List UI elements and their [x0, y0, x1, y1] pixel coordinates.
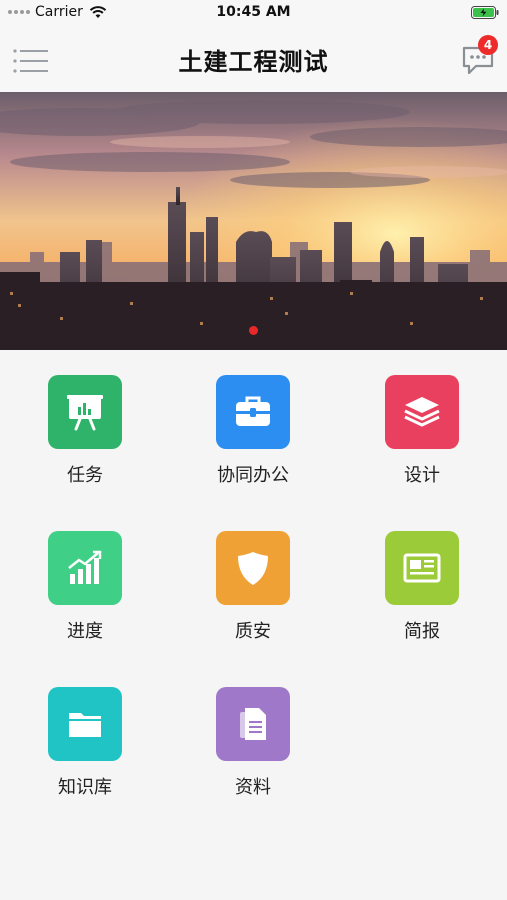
newspaper-icon — [385, 531, 459, 605]
documents-icon — [216, 687, 290, 761]
shield-icon — [216, 531, 290, 605]
module-collaboration[interactable]: 协同办公 — [178, 350, 328, 486]
status-time: 10:45 AM — [216, 4, 291, 20]
growth-chart-icon — [48, 531, 122, 605]
module-briefing-label: 简报 — [404, 621, 440, 642]
module-knowledge-base-label: 知识库 — [58, 777, 112, 798]
module-documents[interactable]: 资料 — [178, 662, 328, 798]
page-title: 土建工程测试 — [178, 48, 329, 76]
status-bar: Carrier 10:45 AM — [0, 0, 507, 26]
navigation-bar: 土建工程测试 4 — [0, 26, 507, 92]
module-quality-safety[interactable]: 质安 — [178, 506, 328, 642]
module-briefing[interactable]: 简报 — [347, 506, 497, 642]
module-knowledge-base[interactable]: 知识库 — [10, 662, 160, 798]
module-grid: 任务 协同办公 设计 进度 质安 简报 知识库 资料 — [0, 350, 507, 900]
carousel-dot-active[interactable] — [249, 326, 258, 335]
module-documents-label: 资料 — [235, 777, 271, 798]
module-task[interactable]: 任务 — [10, 350, 160, 486]
module-quality-safety-label: 质安 — [235, 621, 271, 642]
battery-charging-icon — [471, 6, 499, 19]
banner-image — [0, 92, 507, 350]
presentation-board-icon — [48, 375, 122, 449]
module-progress-label: 进度 — [67, 621, 103, 642]
module-collaboration-label: 协同办公 — [217, 465, 289, 486]
message-count-badge: 4 — [478, 35, 498, 55]
carousel-indicator — [0, 326, 507, 335]
folder-icon — [48, 687, 122, 761]
module-design[interactable]: 设计 — [347, 350, 497, 486]
module-design-label: 设计 — [404, 465, 440, 486]
layers-icon — [385, 375, 459, 449]
briefcase-icon — [216, 375, 290, 449]
module-progress[interactable]: 进度 — [10, 506, 160, 642]
banner-carousel[interactable] — [0, 92, 507, 350]
module-task-label: 任务 — [67, 465, 103, 486]
